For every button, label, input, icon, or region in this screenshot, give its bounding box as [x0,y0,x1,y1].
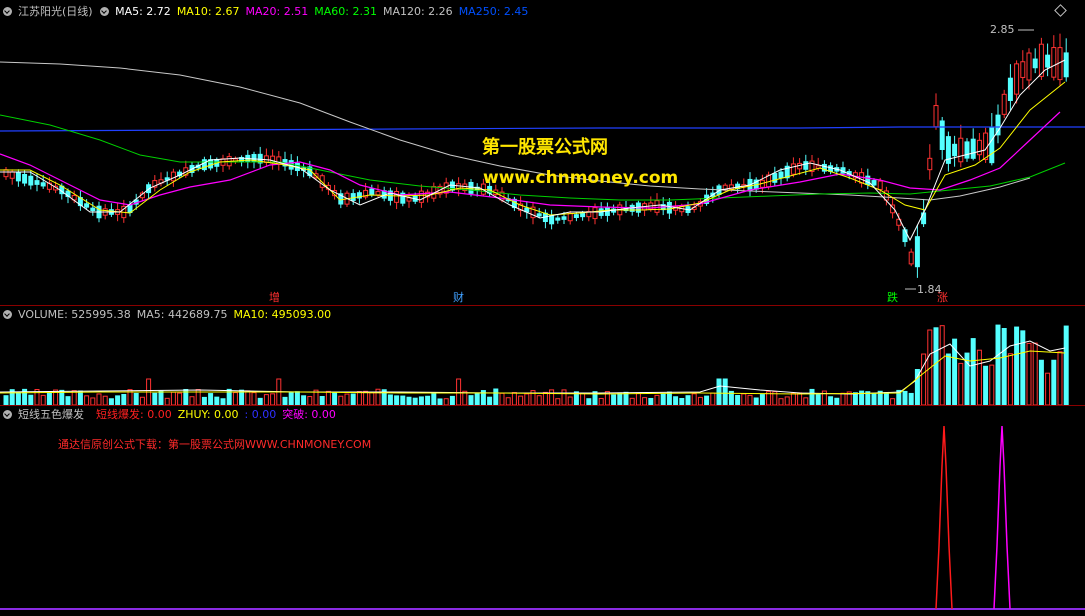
price-header: 江苏阳光(日线) MA5: 2.72 MA10: 2.67 MA20: 2.51 MA… [3,5,540,19]
volume-settings-icon[interactable] [3,310,12,319]
price-panel[interactable]: 江苏阳光(日线) MA5: 2.72 MA10: 2.67 MA20: 2.51 MA… [0,0,1085,305]
burst-spike-red [935,425,953,610]
indicator-value-0: 短线爆发: 0.00 [96,408,172,421]
collapse-icon[interactable] [3,7,12,16]
ma-indicator-list: MA5: 2.72 MA10: 2.67 MA20: 2.51 MA60: 2.31 M… [115,5,534,18]
breakout-spike-magenta [993,425,1011,610]
volume-indicator-2: MA10: 495093.00 [233,308,332,321]
high-price-label: 2.85 [990,23,1015,36]
indicator-name: 短线五色爆发 [18,408,84,421]
stock-name: 江苏阳光(日线) [18,5,93,18]
indicator-value-list: 短线爆发: 0.00 ZHUY: 0.00 : 0.00 突破: 0.00 [96,408,342,421]
indicator-panel[interactable]: 短线五色爆发 短线爆发: 0.00 ZHUY: 0.00 : 0.00 突破: 0.00… [0,406,1085,616]
watermark-url: www.chnmoney.com [483,168,679,188]
indicator-value-1: ZHUY: 0.00 [177,408,239,421]
volume-indicator-list: VOLUME: 525995.38 MA5: 442689.75 MA10: 495… [18,308,337,321]
volume-indicator-0: VOLUME: 525995.38 [18,308,131,321]
watermark-title: 第一股票公式网 [482,137,608,158]
ma-indicator-5: MA250: 2.45 [458,5,529,18]
event-tag-zhang[interactable]: 涨 [935,289,950,305]
volume-panel[interactable]: VOLUME: 525995.38 MA5: 442689.75 MA10: 495… [0,306,1085,405]
event-tag-zeng[interactable]: 增 [267,289,282,305]
ma-indicator-1: MA10: 2.67 [176,5,240,18]
ma250-line [0,126,1085,132]
indicator-header: 短线五色爆发 短线爆发: 0.00 ZHUY: 0.00 : 0.00 突破: 0.00 [3,408,348,422]
indicator-settings-icon[interactable] [3,410,12,419]
event-tag-cai[interactable]: 财 [451,289,466,305]
volume-indicator-1: MA5: 442689.75 [136,308,228,321]
settings-icon[interactable] [100,7,110,16]
indicator-value-3: 突破: 0.00 [282,408,336,421]
ma-indicator-4: MA120: 2.26 [382,5,453,18]
vol-ma5-line [0,340,1066,395]
ma-indicator-3: MA60: 2.31 [314,5,377,18]
volume-header: VOLUME: 525995.38 MA5: 442689.75 MA10: 495… [3,308,343,322]
indicator-value-2: : 0.00 [244,408,277,421]
download-note: 通达信原创公式下载：第一股票公式网WWW.CHNMONEY.COM [58,438,372,451]
ma-indicator-2: MA20: 2.51 [245,5,309,18]
ma-indicator-0: MA5: 2.72 [115,5,171,18]
event-tag-die[interactable]: 跌 [885,289,900,305]
